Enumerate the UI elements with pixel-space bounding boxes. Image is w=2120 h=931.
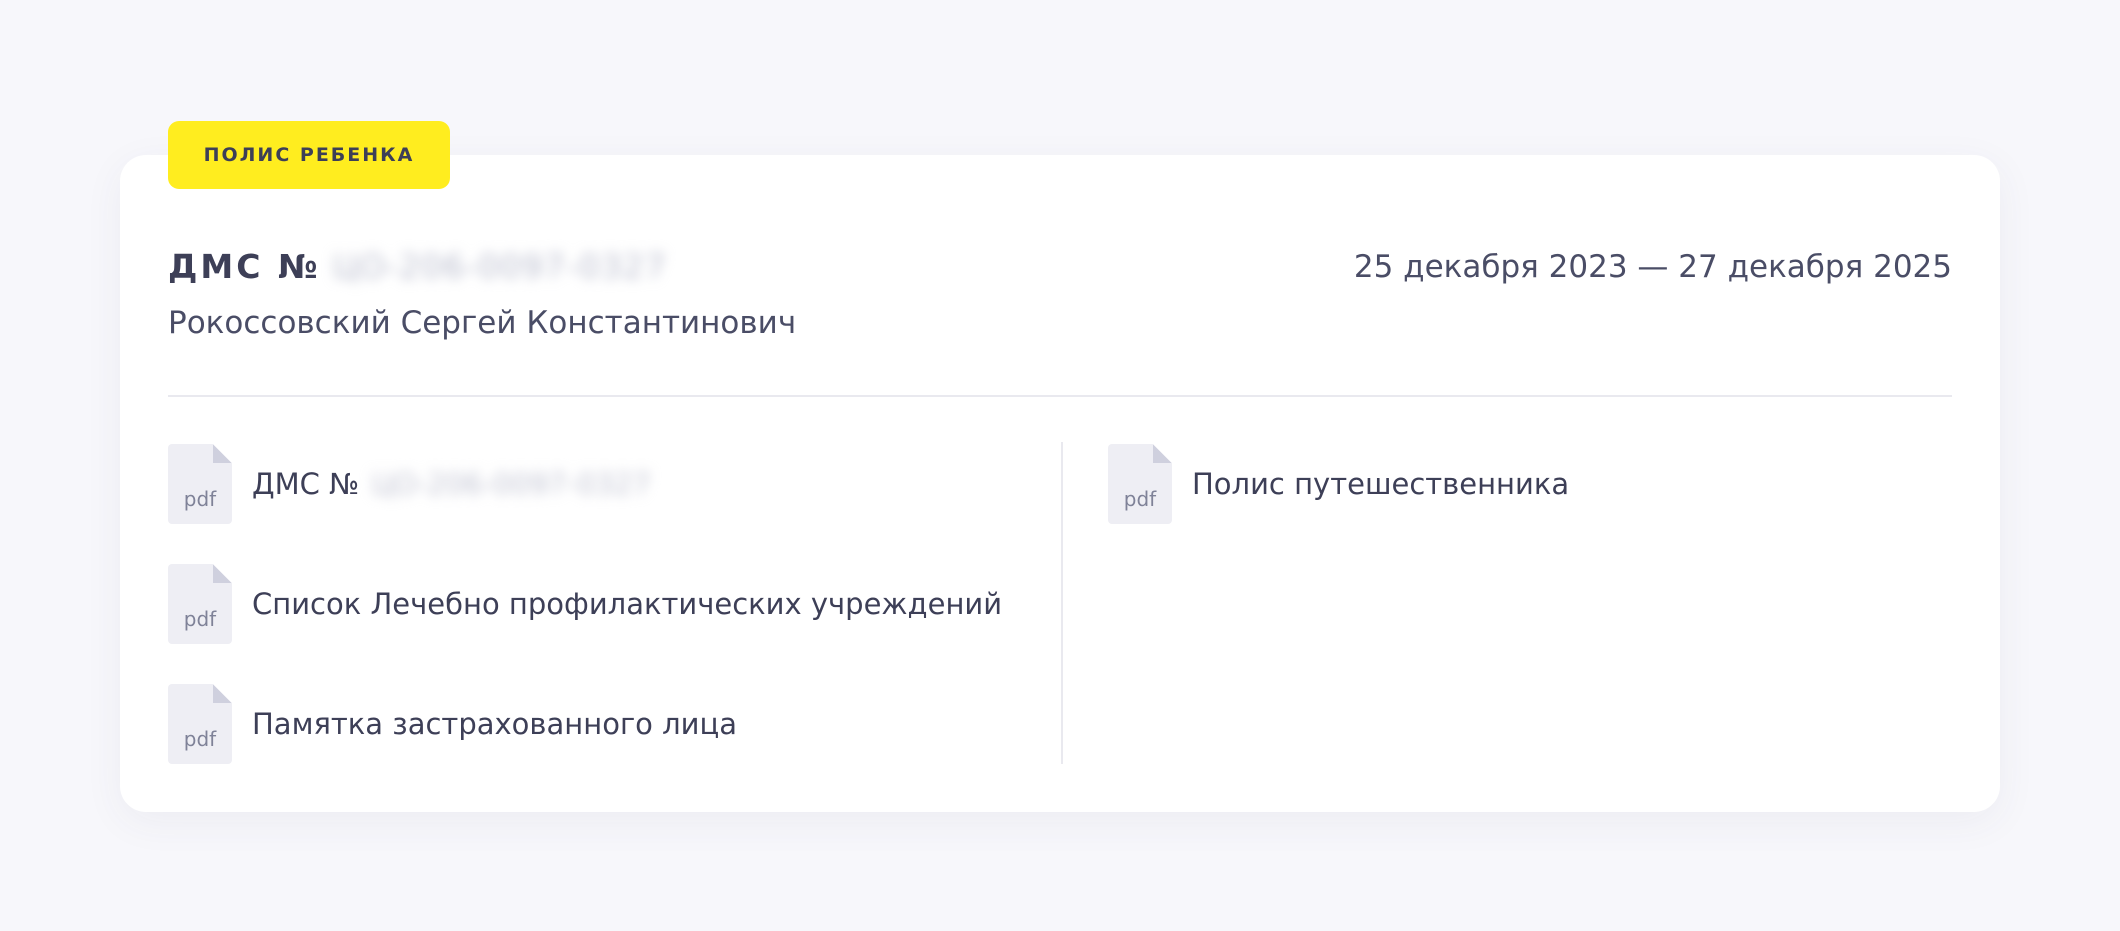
document-link-dms[interactable]: pdf ДМС № ЦО-206-0097-0327 — [168, 444, 651, 524]
policy-period: 25 декабря 2023 — 27 декабря 2025 — [1353, 249, 1952, 285]
card-divider — [168, 395, 1952, 397]
pdf-file-icon: pdf — [1108, 444, 1172, 524]
file-ext-label: pdf — [183, 487, 217, 511]
policy-type-badge: ПОЛИС РЕБЕНКА — [168, 121, 450, 189]
document-link-travel-policy[interactable]: pdf Полис путешественника — [1108, 444, 1569, 524]
policy-title: ДМС № ЦО-206-0097-0327 — [168, 247, 667, 286]
badge-label: ПОЛИС РЕБЕНКА — [203, 144, 415, 166]
policy-number-blurred: ЦО-206-0097-0327 — [332, 247, 667, 286]
document-label: Памятка застрахованного лица — [252, 707, 738, 741]
policy-holder-name: Рокоссовский Сергей Константинович — [168, 305, 797, 341]
document-label: Полис путешественника — [1192, 467, 1570, 501]
document-label-text: ДМС № — [252, 467, 360, 501]
document-number-blurred: ЦО-206-0097-0327 — [371, 467, 652, 501]
file-ext-label: pdf — [1123, 487, 1157, 511]
policy-title-prefix: ДМС № — [168, 247, 321, 286]
document-link-insured-memo[interactable]: pdf Памятка застрахованного лица — [168, 684, 737, 764]
document-link-clinics-list[interactable]: pdf Список Лечебно профилактических учре… — [168, 564, 1002, 644]
document-label: ДМС № ЦО-206-0097-0327 — [252, 467, 651, 501]
pdf-file-icon: pdf — [168, 564, 232, 644]
policy-card: ДМС № ЦО-206-0097-0327 Рокоссовский Серг… — [120, 155, 2000, 812]
document-label: Список Лечебно профилактических учрежден… — [252, 587, 1003, 621]
pdf-file-icon: pdf — [168, 684, 232, 764]
file-ext-label: pdf — [183, 607, 217, 631]
file-ext-label: pdf — [183, 727, 217, 751]
column-divider — [1061, 442, 1063, 764]
pdf-file-icon: pdf — [168, 444, 232, 524]
